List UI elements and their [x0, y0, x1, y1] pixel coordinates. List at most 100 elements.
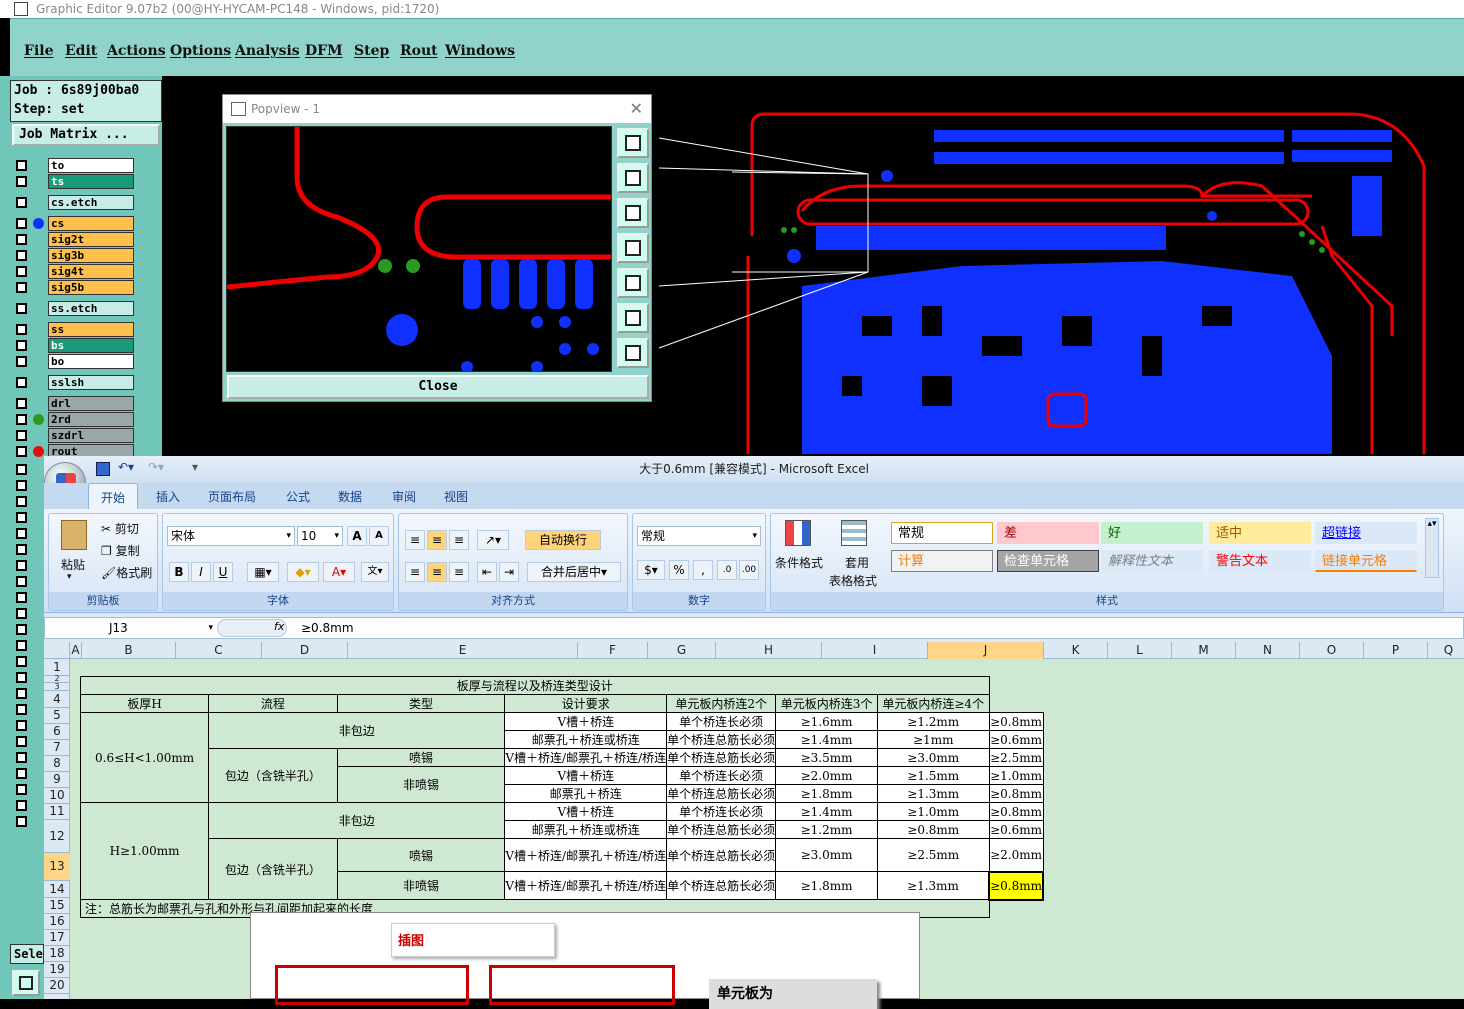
layer-checkbox-row[interactable]: [14, 750, 32, 765]
layer-row[interactable]: 2rd: [14, 412, 134, 427]
layer-row[interactable]: ss: [14, 322, 134, 337]
table-cell[interactable]: ≥1.8mm: [775, 784, 878, 803]
layer-row[interactable]: cs.etch: [14, 195, 134, 210]
tab-home[interactable]: 开始: [88, 483, 139, 510]
process-wrap[interactable]: 包边（含铣半孔）: [208, 838, 338, 900]
underline-icon[interactable]: U: [213, 562, 233, 582]
layer-row[interactable]: drl: [14, 396, 134, 411]
cell-style-0[interactable]: 常规: [891, 522, 993, 544]
column-header[interactable]: L: [1108, 642, 1172, 659]
wrap-text-button[interactable]: 自动换行: [525, 530, 601, 550]
layer-checkbox-row[interactable]: [14, 622, 32, 637]
currency-icon[interactable]: $▾: [637, 560, 665, 580]
copy-button[interactable]: ❐ 复制: [101, 542, 140, 559]
layer-checkbox[interactable]: [16, 234, 27, 245]
layer-checkbox[interactable]: [16, 528, 27, 539]
layer-row[interactable]: szdrl: [14, 428, 134, 443]
fill-color-icon[interactable]: ◆▾: [287, 562, 319, 582]
table-cell[interactable]: ≥1.2mm: [876, 712, 990, 731]
layer-name[interactable]: drl: [48, 396, 134, 411]
layer-row[interactable]: cs: [14, 216, 134, 231]
layer-row[interactable]: to: [14, 158, 134, 173]
table-cell[interactable]: ≥1.3mm: [876, 784, 990, 803]
merge-center-button[interactable]: 合并后居中▾: [527, 562, 621, 582]
menu-step[interactable]: Step: [354, 43, 389, 59]
paste-icon[interactable]: [61, 520, 87, 550]
orientation-icon[interactable]: ↗▾: [477, 530, 509, 550]
table-cell[interactable]: 单个桥连总筋长必须: [666, 730, 777, 749]
row-header[interactable]: 9: [44, 772, 70, 788]
column-header[interactable]: [44, 642, 70, 659]
table-cell[interactable]: 单个桥连总筋长必须: [666, 748, 777, 767]
name-box[interactable]: J13 ▾: [47, 619, 215, 637]
number-format-select[interactable]: 常规 ▾: [637, 526, 761, 546]
table-header-cell[interactable]: 设计要求: [504, 694, 668, 713]
process-no-wrap[interactable]: 非包边: [208, 712, 506, 749]
align-top-icon[interactable]: ≡: [405, 530, 425, 550]
row-header[interactable]: 18: [44, 946, 70, 962]
layer-checkbox[interactable]: [16, 324, 27, 335]
table-cell[interactable]: ≥1.3mm: [876, 871, 990, 900]
table-cell[interactable]: 单个桥连总筋长必须: [666, 838, 777, 872]
table-cell[interactable]: ≥3.5mm: [775, 748, 878, 767]
layer-checkbox-row[interactable]: [14, 654, 32, 669]
layer-name[interactable]: ts: [48, 174, 134, 189]
gallery-scroll-icon[interactable]: ▴▾: [1425, 518, 1439, 578]
layer-checkbox[interactable]: [16, 752, 27, 763]
inserted-image[interactable]: 插图 单元板为: [250, 912, 920, 1009]
table-cell[interactable]: ≥1.4mm: [775, 730, 878, 749]
column-header[interactable]: G: [648, 642, 716, 659]
table-title[interactable]: 板厚与流程以及桥连类型设计: [80, 676, 990, 695]
row-header[interactable]: 11: [44, 804, 70, 820]
table-header-cell[interactable]: 单元板内桥连3个: [775, 694, 878, 713]
layer-checkbox-row[interactable]: [14, 526, 32, 541]
layer-checkbox-row[interactable]: [14, 590, 32, 605]
table-format-icon[interactable]: [841, 520, 867, 546]
layer-name[interactable]: sig2t: [48, 232, 134, 247]
row-header[interactable]: 14: [44, 881, 70, 898]
decrease-decimal-icon[interactable]: .00: [739, 560, 759, 580]
table-cell[interactable]: 单个桥连总筋长必须: [666, 820, 777, 839]
layer-checkbox[interactable]: [16, 414, 27, 425]
layer-checkbox[interactable]: [16, 512, 27, 523]
layer-checkbox[interactable]: [16, 496, 27, 507]
cut-button[interactable]: ✂ 剪切: [101, 520, 139, 537]
pan-right-button[interactable]: [617, 268, 649, 298]
column-header[interactable]: A: [70, 642, 82, 659]
table-cell[interactable]: V槽＋桥连/邮票孔＋桥连/桥连: [504, 838, 668, 872]
table-cell[interactable]: ≥1.5mm: [876, 766, 990, 785]
layer-checkbox[interactable]: [16, 544, 27, 555]
menu-edit[interactable]: Edit: [65, 43, 97, 59]
menu-file[interactable]: File: [24, 43, 53, 59]
column-header[interactable]: D: [262, 642, 348, 659]
table-cell[interactable]: V槽＋桥连: [504, 712, 668, 731]
align-bottom-icon[interactable]: ≡: [449, 530, 469, 550]
menu-actions[interactable]: Actions: [107, 43, 166, 59]
row-header[interactable]: 16: [44, 914, 70, 930]
formula-input[interactable]: ≥0.8mm: [301, 619, 354, 637]
save-icon[interactable]: [96, 462, 110, 476]
layer-checkbox[interactable]: [16, 340, 27, 351]
layer-name[interactable]: sig3b: [48, 248, 134, 263]
table-cell[interactable]: ≥1.4mm: [775, 802, 878, 821]
layer-checkbox[interactable]: [16, 464, 27, 475]
layer-checkbox-row[interactable]: [14, 686, 32, 701]
layer-checkbox[interactable]: [16, 266, 27, 277]
column-header[interactable]: C: [176, 642, 262, 659]
layer-checkbox-row[interactable]: [14, 718, 32, 733]
conditional-format-button[interactable]: 条件格式: [775, 554, 823, 571]
table-format-label-2[interactable]: 表格格式: [829, 572, 877, 589]
layer-checkbox[interactable]: [16, 688, 27, 699]
zoom-in-button[interactable]: [617, 163, 649, 193]
row-header[interactable]: 19: [44, 962, 70, 978]
table-cell[interactable]: ≥3.0mm: [775, 838, 878, 872]
layer-checkbox[interactable]: [16, 282, 27, 293]
process-no-wrap[interactable]: 非包边: [208, 802, 506, 839]
table-cell[interactable]: V槽＋桥连/邮票孔＋桥连/桥连: [504, 871, 668, 900]
row-header[interactable]: 5: [44, 708, 70, 724]
layer-name[interactable]: ss: [48, 322, 134, 337]
layer-row[interactable]: sig2t: [14, 232, 134, 247]
table-cell[interactable]: ≥0.6mm: [988, 820, 1044, 839]
row-header[interactable]: 7: [44, 740, 70, 756]
table-header-cell[interactable]: 单元板内桥连2个: [666, 694, 777, 713]
